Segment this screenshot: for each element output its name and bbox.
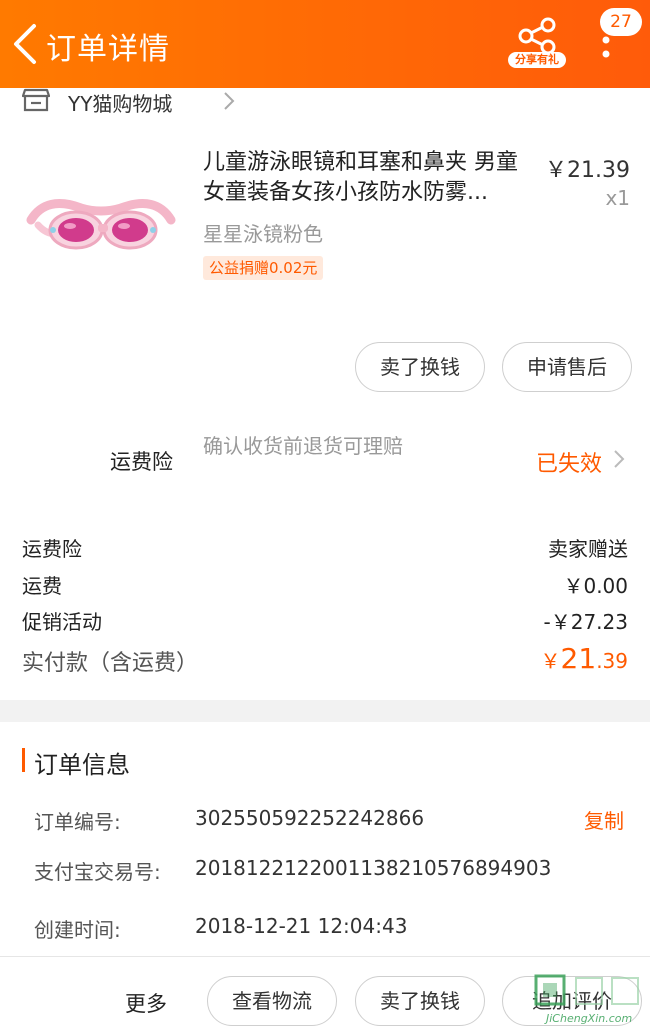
message-count-badge[interactable]: 27 <box>600 8 642 36</box>
section-divider <box>0 700 650 722</box>
swim-goggles-image <box>26 199 176 250</box>
paid-amount-label: 实付款（含运费） <box>22 651 199 676</box>
product-sku: 星星泳镜粉色 <box>203 222 323 246</box>
header-bar: 订单详情 分享有礼 27 <box>0 0 650 88</box>
shipping-insurance-description: 确认收货前退货可理赔 <box>203 434 403 458</box>
share-icon <box>518 17 556 55</box>
fee-value: ￥0.00 <box>563 574 628 598</box>
share-label: 分享有礼 <box>508 52 566 68</box>
fee-value: -￥27.23 <box>543 610 628 634</box>
copy-order-number-button[interactable]: 复制 <box>584 805 624 834</box>
chevron-left-icon <box>14 24 36 64</box>
fee-label: 运费险 <box>22 537 82 561</box>
product-image[interactable] <box>26 180 176 280</box>
more-actions-button[interactable]: 更多 <box>125 988 167 1018</box>
paid-currency: ￥ <box>540 649 561 673</box>
product-price: ￥21.39 <box>545 158 630 183</box>
product-title[interactable]: 儿童游泳眼镜和耳塞和鼻夹 男童女童装备女孩小孩防水防雾... <box>203 148 533 208</box>
fee-label: 运费 <box>22 574 62 598</box>
paid-integer: 21 <box>560 642 597 675</box>
shop-name: YY猫购物城 <box>68 92 173 116</box>
charity-donation-tag: 公益捐赠0.02元 <box>203 256 324 280</box>
order-number-value: 302550592252242866 <box>195 806 425 830</box>
share-gift-button[interactable]: 分享有礼 <box>508 16 566 72</box>
created-time-value: 2018-12-21 12:04:43 <box>195 914 408 938</box>
paid-amount-value: ￥21.39 <box>541 642 628 675</box>
paid-decimal: .39 <box>596 649 628 673</box>
apply-after-sale-button[interactable]: 申请售后 <box>502 342 632 392</box>
view-logistics-button[interactable]: 查看物流 <box>207 976 337 1026</box>
back-button[interactable] <box>8 18 44 70</box>
page-title: 订单详情 <box>46 32 170 67</box>
order-number-label: 订单编号: <box>34 810 121 834</box>
fee-label: 促销活动 <box>22 610 102 634</box>
created-time-label: 创建时间: <box>34 918 121 942</box>
fee-value: 卖家赠送 <box>548 537 628 561</box>
shop-row[interactable]: YY猫购物城 <box>22 84 622 116</box>
more-vertical-icon <box>602 36 610 58</box>
sell-for-cash-button[interactable]: 卖了换钱 <box>355 976 485 1026</box>
alipay-trade-number-label: 支付宝交易号: <box>34 860 161 884</box>
site-watermark: JiChengXin.com <box>532 972 650 1028</box>
section-accent-bar <box>22 748 25 772</box>
shipping-insurance-status[interactable]: 已失效 <box>536 446 602 478</box>
watermark-logo-icon <box>534 974 639 1006</box>
product-quantity: x1 <box>605 186 630 210</box>
chevron-right-icon[interactable] <box>612 448 626 470</box>
alipay-trade-number-value: 2018122122001138210576894903 <box>195 856 552 880</box>
chevron-right-icon <box>224 92 235 110</box>
more-menu-button[interactable] <box>592 36 620 60</box>
shipping-insurance-label: 运费险 <box>110 450 173 474</box>
order-info-title: 订单信息 <box>34 751 130 779</box>
store-icon <box>22 88 50 112</box>
sell-for-cash-button[interactable]: 卖了换钱 <box>355 342 485 392</box>
watermark-text: JiChengXin.com <box>546 1012 633 1025</box>
